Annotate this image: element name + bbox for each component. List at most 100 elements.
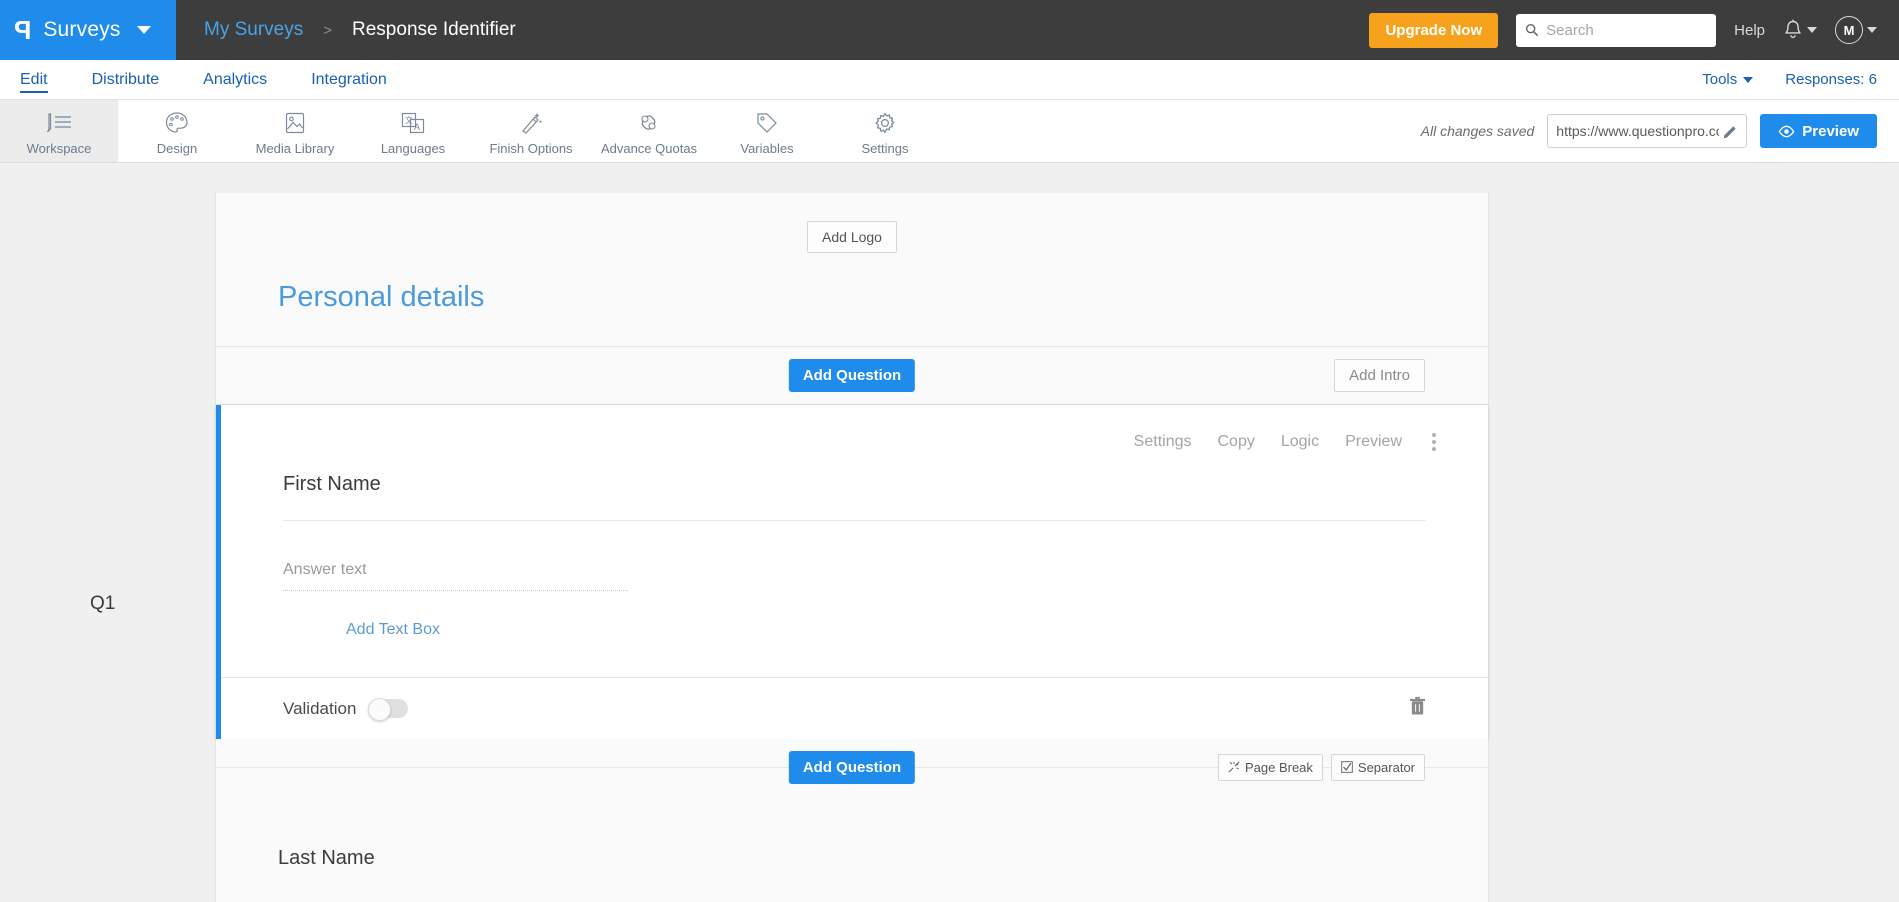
insert-element-buttons: Page Break Separator [1217,753,1425,781]
nav-tabs: Edit Distribute Analytics Integration [20,60,387,99]
search-icon [1526,23,1539,37]
add-text-box-link[interactable]: Add Text Box [346,621,440,639]
brand-label: Surveys [43,18,121,41]
question-title-q1[interactable]: First Name [283,473,1426,521]
gear-icon [873,110,897,136]
brand-surveys-menu[interactable]: P Surveys [0,0,176,60]
chevron-down-icon [1867,27,1877,33]
question-title-q2[interactable]: Last Name [278,847,1488,870]
save-status-text: All changes saved [1420,123,1535,139]
nav-right-actions: Tools Responses: 6 [1702,71,1877,88]
preview-button[interactable]: Preview [1760,114,1877,148]
page-break-icon [1228,761,1240,773]
tab-distribute[interactable]: Distribute [92,60,160,99]
top-header-actions: Upgrade Now Help M [1369,12,1899,48]
survey-title: Personal details [278,281,485,313]
top-header-bar: P Surveys My Surveys > Response Identifi… [0,0,1899,60]
page-break-label: Page Break [1244,759,1313,775]
toolbar-label: Workspace [26,140,92,156]
add-question-row-middle: Add Question Page Break Separator [216,739,1488,795]
delete-question-button[interactable] [1409,696,1426,721]
separator-icon [1341,761,1353,773]
add-question-button-middle[interactable]: Add Question [788,750,916,784]
survey-canvas: Q1 Q2 Add Logo Personal details Add Ques… [0,163,1899,902]
survey-card: Add Logo Personal details Add Question A… [215,193,1489,902]
toolbar-right-actions: All changes saved https://www.questionpr… [1421,100,1899,162]
notifications-menu[interactable] [1783,19,1817,41]
validation-row-q1: Validation [221,677,1488,739]
responses-count[interactable]: Responses: 6 [1785,71,1877,88]
editor-toolbar: Workspace Design Media Library 文 A Langu… [0,100,1899,163]
chevron-down-icon [1807,27,1817,33]
toolbar-item-variables[interactable]: Variables [708,100,826,162]
toolbar-item-advance-quotas[interactable]: Advance Quotas [590,100,708,162]
svg-text:文: 文 [405,115,413,125]
breadcrumb-current-survey: Response Identifier [352,19,516,40]
chevron-down-icon [1743,76,1754,83]
more-vertical-icon[interactable] [1428,431,1440,453]
image-icon [284,110,306,136]
svg-text:A: A [414,122,420,132]
logo-row: Add Logo [216,193,1488,253]
trash-icon [1409,696,1426,715]
survey-url-text: https://www.questionpro.com/t/AO9oXZ [1556,123,1719,139]
toolbar-label: Settings [861,140,909,156]
separator-label: Separator [1357,759,1415,775]
chevron-down-icon [136,26,151,34]
answer-placeholder-q1: Answer text [283,561,367,578]
toolbar-item-workspace[interactable]: Workspace [0,100,118,162]
question-settings-link[interactable]: Settings [1134,433,1192,451]
answer-underline [283,590,628,591]
question-preview-link[interactable]: Preview [1345,433,1402,451]
toolbar-label: Advance Quotas [600,140,698,156]
breadcrumb: My Surveys > Response Identifier [204,19,516,41]
toolbar-label: Variables [740,140,794,156]
toolbar-item-finish-options[interactable]: Finish Options [472,100,590,162]
answer-field-q1[interactable]: Answer text [283,561,628,591]
survey-url-box[interactable]: https://www.questionpro.com/t/AO9oXZ [1547,114,1748,148]
toolbar-item-languages[interactable]: 文 A Languages [354,100,472,162]
toolbar-label: Media Library [255,140,335,156]
upgrade-now-button[interactable]: Upgrade Now [1369,12,1499,48]
toolbar-item-media-library[interactable]: Media Library [236,100,354,162]
tools-menu[interactable]: Tools [1702,71,1754,88]
pencil-icon[interactable] [1723,124,1738,139]
link-icon [636,110,662,136]
add-intro-button[interactable]: Add Intro [1334,359,1425,392]
preview-button-label: Preview [1802,122,1859,140]
toolbar-item-settings[interactable]: Settings [826,100,944,162]
translate-icon: 文 A [400,110,426,136]
wand-icon [519,110,543,136]
question-block-q2: Last Name Answer text [216,795,1488,902]
toolbar-label: Design [156,140,198,156]
validation-label: Validation [283,698,357,718]
help-link[interactable]: Help [1734,22,1765,39]
separator-button[interactable]: Separator [1330,753,1425,781]
validation-toggle[interactable] [368,698,409,721]
page-break-button[interactable]: Page Break [1217,753,1323,781]
question-logic-link[interactable]: Logic [1281,433,1319,451]
toolbar-label: Finish Options [489,140,573,156]
search-box[interactable] [1516,13,1717,47]
tab-integration[interactable]: Integration [311,60,387,99]
tools-label: Tools [1702,71,1738,88]
eye-icon [1778,125,1795,137]
questionpro-logo-icon: P [14,15,32,45]
toolbar-item-design[interactable]: Design [118,100,236,162]
tab-edit[interactable]: Edit [20,60,48,99]
question-actions-q1: Settings Copy Logic Preview [221,405,1488,453]
avatar: M [1835,16,1863,44]
tab-analytics[interactable]: Analytics [203,60,267,99]
add-logo-button[interactable]: Add Logo [807,221,897,253]
question-copy-link[interactable]: Copy [1217,433,1254,451]
primary-nav-bar: Edit Distribute Analytics Integration To… [0,60,1899,100]
question-block-q1: Settings Copy Logic Preview First Name A… [216,405,1488,739]
breadcrumb-my-surveys-link[interactable]: My Surveys [204,19,303,41]
search-input[interactable] [1546,21,1708,39]
breadcrumb-separator-icon: > [323,21,333,39]
user-account-menu[interactable]: M [1835,16,1877,44]
add-question-row-top: Add Question Add Intro [216,347,1488,405]
add-question-button-top[interactable]: Add Question [788,359,916,392]
question-number-q1: Q1 [90,593,116,614]
bell-icon [1785,19,1801,39]
